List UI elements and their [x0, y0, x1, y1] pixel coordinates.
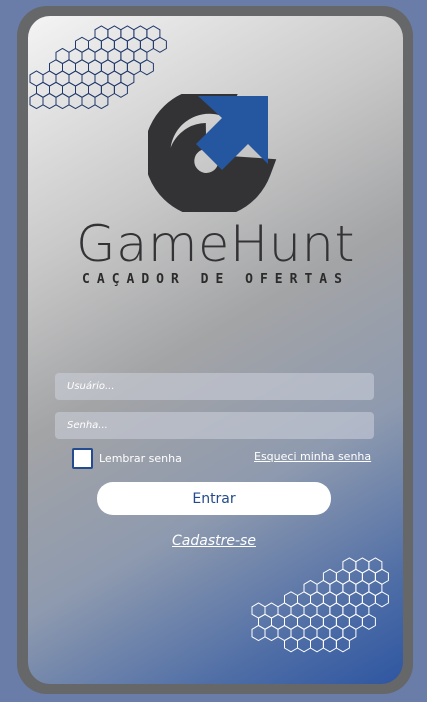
brand-tagline: CAÇADOR DE OFERTAS [82, 272, 349, 287]
hexagon-pattern-icon [29, 25, 167, 110]
username-input[interactable] [67, 381, 362, 392]
password-input[interactable] [67, 420, 362, 431]
login-screen: GameHunt CAÇADOR DE OFERTAS Lembrar senh… [28, 16, 403, 684]
login-button[interactable]: Entrar [97, 482, 331, 515]
remember-checkbox[interactable] [72, 448, 93, 469]
hexagon-pattern-icon [251, 557, 389, 653]
gamehunt-logo-icon [148, 94, 277, 212]
password-field[interactable] [55, 412, 374, 439]
register-link[interactable]: Cadastre-se [28, 533, 400, 549]
forgot-password-link[interactable]: Esqueci minha senha [254, 450, 371, 463]
username-field[interactable] [55, 373, 374, 400]
remember-password[interactable]: Lembrar senha [72, 448, 182, 469]
brand-title: GameHunt [76, 215, 355, 273]
remember-label: Lembrar senha [99, 452, 182, 465]
